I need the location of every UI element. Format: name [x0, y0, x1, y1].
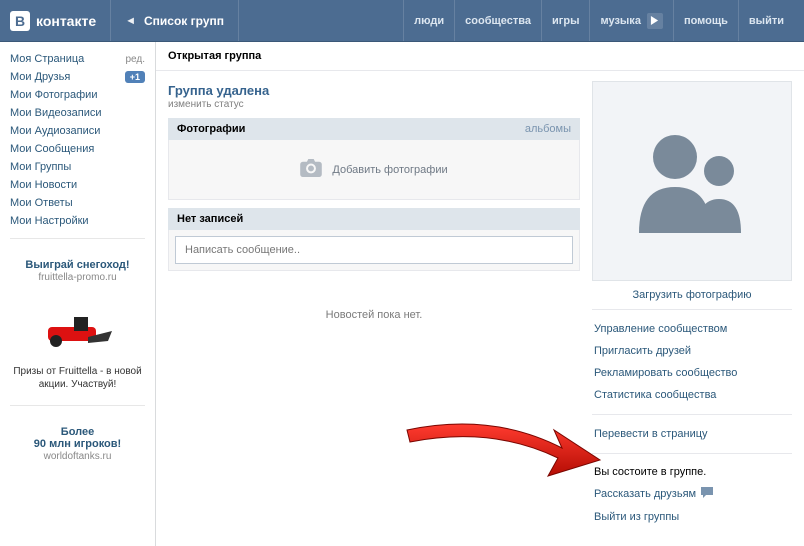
top-links: люди сообщества игры музыка помощь выйти [403, 0, 794, 41]
photos-block: Фотографии альбомы Добавить фотографии [168, 118, 580, 200]
upload-photo-link[interactable]: Загрузить фотографию [592, 281, 792, 310]
ad-block-1[interactable]: Выиграй снегоход! fruittella-promo.ru Пр… [0, 247, 155, 397]
ad-block-2[interactable]: Более 90 млн игроков! worldoftanks.ru [0, 414, 155, 462]
add-photos-label: Добавить фотографии [332, 164, 447, 176]
sidebar-item-settings[interactable]: Мои Настройки [0, 212, 155, 230]
leave-group-link[interactable]: Выйти из группы [594, 506, 790, 528]
advertise-link[interactable]: Рекламировать сообщество [594, 362, 790, 384]
ad-domain: worldoftanks.ru [10, 451, 145, 462]
sidebar-item-label: Мои Ответы [10, 197, 73, 209]
speech-bubble-icon [701, 487, 713, 501]
nav-people[interactable]: люди [403, 0, 454, 41]
play-icon[interactable] [647, 13, 663, 29]
sidebar-item-news[interactable]: Мои Новости [0, 176, 155, 194]
sidebar-item-label: Мои Фотографии [10, 89, 97, 101]
manage-section: Управление сообществом Пригласить друзей… [592, 310, 792, 415]
sidebar-divider [10, 238, 145, 239]
content-left: Группа удалена изменить статус Фотографи… [168, 81, 580, 536]
group-name: Группа удалена [168, 81, 580, 98]
sidebar-item-label: Мои Аудиозаписи [10, 125, 100, 137]
manage-community-link[interactable]: Управление сообществом [594, 318, 790, 340]
ad-image [33, 289, 123, 359]
membership-section: Вы состоите в группе. Рассказать друзьям… [592, 454, 792, 536]
convert-page-link[interactable]: Перевести в страницу [594, 423, 790, 445]
sidebar-item-photos[interactable]: Мои Фотографии [0, 86, 155, 104]
sidebar-item-label: Мои Настройки [10, 215, 89, 227]
sidebar: Моя Страница ред. Мои Друзья +1 Мои Фото… [0, 42, 155, 546]
photos-header-label: Фотографии [177, 123, 245, 135]
top-bar: В контакте ◄ Список групп люди сообществ… [0, 0, 804, 42]
sidebar-item-friends[interactable]: Мои Друзья +1 [0, 68, 155, 86]
nav-games[interactable]: игры [541, 0, 589, 41]
ad-title: Выиграй снегоход! [10, 259, 145, 271]
group-avatar-icon [627, 125, 757, 238]
sidebar-item-mypage[interactable]: Моя Страница ред. [0, 50, 155, 68]
sidebar-item-label: Мои Друзья [10, 71, 70, 83]
breadcrumb-label: Список групп [144, 14, 224, 28]
ad-text: Призы от Fruittella - в новой акции. Уча… [10, 365, 145, 391]
logo-text: контакте [36, 13, 96, 29]
sidebar-item-label: Мои Новости [10, 179, 77, 191]
convert-section: Перевести в страницу [592, 415, 792, 454]
sidebar-divider [10, 405, 145, 406]
albums-link[interactable]: альбомы [525, 123, 571, 135]
logo[interactable]: В контакте [0, 0, 111, 41]
sidebar-item-answers[interactable]: Мои Ответы [0, 194, 155, 212]
sidebar-item-videos[interactable]: Мои Видеозаписи [0, 104, 155, 122]
nav-communities[interactable]: сообщества [454, 0, 541, 41]
photos-header: Фотографии альбомы [168, 118, 580, 140]
ad-domain: fruittella-promo.ru [10, 272, 145, 283]
ad-title: Более [10, 426, 145, 438]
sidebar-item-label: Мои Группы [10, 161, 71, 173]
member-status-text: Вы состоите в группе. [594, 462, 790, 482]
tell-friends-link[interactable]: Рассказать друзьям [594, 482, 713, 506]
wall-block: Нет записей Написать сообщение.. [168, 208, 580, 271]
wall-header-label: Нет записей [177, 213, 243, 225]
stats-link[interactable]: Статистика сообщества [594, 384, 790, 406]
nav-help[interactable]: помощь [673, 0, 738, 41]
wall-header: Нет записей [168, 208, 580, 230]
tell-friends-label: Рассказать друзьям [594, 488, 696, 500]
breadcrumb-back[interactable]: ◄ Список групп [111, 0, 239, 41]
sidebar-item-audio[interactable]: Мои Аудиозаписи [0, 122, 155, 140]
sidebar-item-label: Мои Видеозаписи [10, 107, 102, 119]
sidebar-item-label: Моя Страница [10, 53, 84, 65]
sidebar-item-messages[interactable]: Мои Сообщения [0, 140, 155, 158]
main-area: Открытая группа Группа удалена изменить … [155, 42, 804, 546]
wall-compose-input[interactable]: Написать сообщение.. [175, 236, 573, 264]
content-right: Загрузить фотографию Управление сообщест… [592, 81, 792, 536]
nav-logout[interactable]: выйти [738, 0, 794, 41]
chevron-left-icon: ◄ [125, 15, 136, 27]
edit-status-link[interactable]: изменить статус [168, 99, 244, 110]
add-photos-button[interactable]: Добавить фотографии [168, 140, 580, 200]
sidebar-friends-badge: +1 [125, 71, 145, 83]
sidebar-edit-tag[interactable]: ред. [125, 54, 145, 65]
logo-icon: В [10, 11, 30, 31]
ad-subtitle: 90 млн игроков! [10, 438, 145, 450]
page-title: Открытая группа [156, 42, 804, 71]
sidebar-item-groups[interactable]: Мои Группы [0, 158, 155, 176]
group-avatar[interactable] [592, 81, 792, 281]
camera-icon [300, 159, 322, 180]
sidebar-item-label: Мои Сообщения [10, 143, 94, 155]
nav-music[interactable]: музыка [589, 0, 672, 41]
wall-empty-text: Новостей пока нет. [168, 279, 580, 351]
nav-music-label: музыка [600, 15, 640, 27]
invite-friends-link[interactable]: Пригласить друзей [594, 340, 790, 362]
